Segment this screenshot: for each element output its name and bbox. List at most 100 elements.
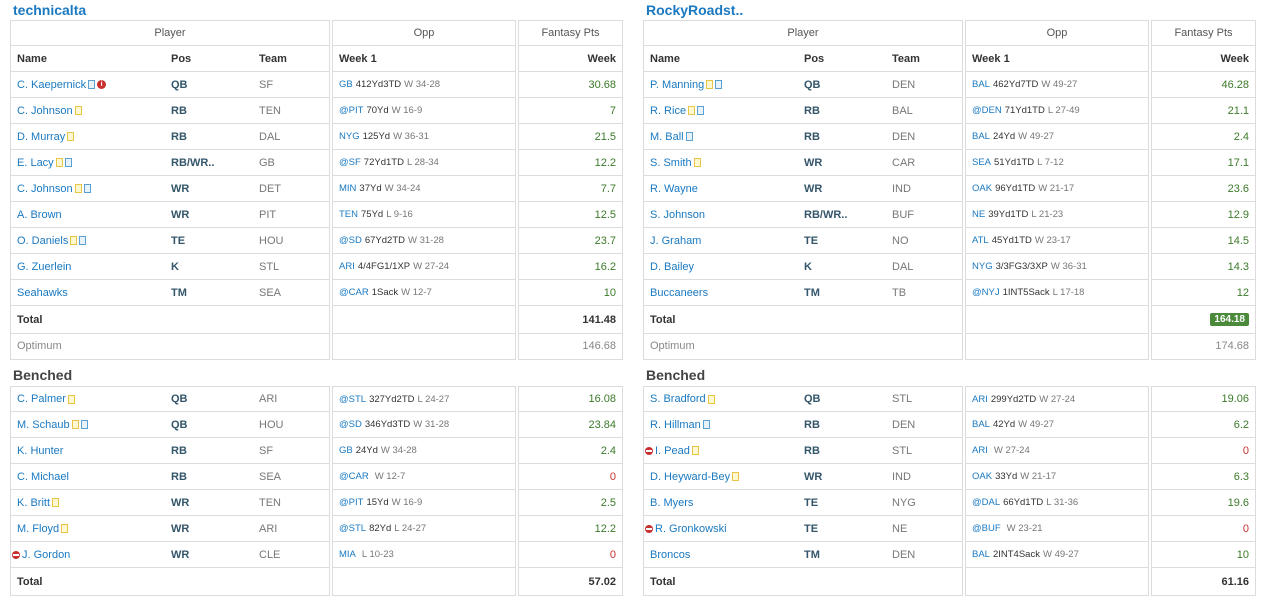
opponent-link[interactable]: ARI xyxy=(972,394,988,405)
player-name-link[interactable]: M. Ball xyxy=(650,131,684,143)
player-note-icon[interactable] xyxy=(732,472,740,481)
player-name-link[interactable]: B. Myers xyxy=(650,497,693,509)
team-column-header[interactable]: Team xyxy=(259,46,319,71)
news-note-icon[interactable] xyxy=(715,80,723,89)
player-note-icon[interactable] xyxy=(74,184,82,193)
opponent-link[interactable]: BAL xyxy=(972,131,990,142)
opponent-link[interactable]: @PIT xyxy=(339,497,363,508)
news-note-icon[interactable] xyxy=(702,420,710,429)
opponent-link[interactable]: @SF xyxy=(339,157,361,168)
player-name-link[interactable]: K. Hunter xyxy=(17,445,63,457)
game-stat: 51Yd1TD xyxy=(994,157,1035,168)
player-name-link[interactable]: C. Kaepernick xyxy=(17,79,86,91)
news-note-icon[interactable] xyxy=(64,158,72,167)
player-name-link[interactable]: D. Heyward-Bey xyxy=(650,471,730,483)
player-name-link[interactable]: O. Daniels xyxy=(17,235,68,247)
player-note-icon[interactable] xyxy=(52,498,60,507)
opponent-link[interactable]: OAK xyxy=(972,183,992,194)
week-pts-column-header[interactable]: Week xyxy=(518,46,623,72)
opponent-link[interactable]: @STL xyxy=(339,394,366,405)
opponent-link[interactable]: BAL xyxy=(972,419,990,430)
player-name-link[interactable]: E. Lacy xyxy=(17,157,54,169)
opponent-link[interactable]: BAL xyxy=(972,549,990,560)
player-name-link[interactable]: S. Bradford xyxy=(650,393,706,405)
opponent-link[interactable]: GB xyxy=(339,445,353,456)
player-note-icon[interactable] xyxy=(55,158,63,167)
name-column-header[interactable]: Name xyxy=(11,46,171,71)
opponent-link[interactable]: @PIT xyxy=(339,105,363,116)
player-name-link[interactable]: C. Johnson xyxy=(17,105,73,117)
opponent-link[interactable]: NYG xyxy=(972,261,993,272)
opponent-link[interactable]: @SD xyxy=(339,419,362,430)
opponent-link[interactable]: @CAR xyxy=(339,287,369,298)
player-name-link[interactable]: C. Michael xyxy=(17,471,69,483)
player-name-link[interactable]: A. Brown xyxy=(17,209,62,221)
opponent-link[interactable]: @DAL xyxy=(972,497,1000,508)
pos-column-header[interactable]: Pos xyxy=(804,46,892,71)
opponent-link[interactable]: ARI xyxy=(339,261,355,272)
player-name-link[interactable]: Broncos xyxy=(650,549,690,561)
player-name-link[interactable]: R. Hillman xyxy=(650,419,701,431)
news-note-icon[interactable] xyxy=(83,184,91,193)
player-name-link[interactable]: G. Zuerlein xyxy=(17,261,71,273)
player-name-link[interactable]: I. Pead xyxy=(655,445,690,457)
player-note-icon[interactable] xyxy=(67,394,75,404)
opponent-link[interactable]: @CAR xyxy=(339,471,369,482)
opponent-link[interactable]: SEA xyxy=(972,157,991,168)
player-name-link[interactable]: K. Britt xyxy=(17,497,50,509)
opponent-link[interactable]: ATL xyxy=(972,235,989,246)
opponent-link[interactable]: @DEN xyxy=(972,105,1002,116)
news-note-icon[interactable] xyxy=(88,80,96,89)
player-name-link[interactable]: C. Johnson xyxy=(17,183,73,195)
opponent-link[interactable]: OAK xyxy=(972,471,992,482)
player-name-link[interactable]: Seahawks xyxy=(17,287,68,299)
player-name-link[interactable]: M. Schaub xyxy=(17,419,70,431)
team-name-link[interactable]: RockyRoadst.. xyxy=(643,0,1257,20)
player-note-icon[interactable] xyxy=(70,236,78,245)
player-name-link[interactable]: R. Gronkowski xyxy=(655,523,727,535)
news-note-icon[interactable] xyxy=(697,106,705,115)
opponent-link[interactable]: BAL xyxy=(972,79,990,90)
player-note-icon[interactable] xyxy=(61,524,69,533)
team-name-link[interactable]: technicalta xyxy=(10,0,624,20)
player-note-icon[interactable] xyxy=(71,420,79,429)
name-column-header[interactable]: Name xyxy=(644,46,804,71)
player-name-link[interactable]: D. Bailey xyxy=(650,261,694,273)
week-pts-column-header[interactable]: Week xyxy=(1151,46,1256,72)
opponent-link[interactable]: NYG xyxy=(339,131,360,142)
player-note-icon[interactable] xyxy=(67,132,75,141)
opponent-link[interactable]: ARI xyxy=(972,445,988,456)
player-note-icon[interactable] xyxy=(688,106,696,115)
player-name-link[interactable]: M. Floyd xyxy=(17,523,59,535)
news-note-icon[interactable] xyxy=(685,132,693,141)
opponent-link[interactable]: NE xyxy=(972,209,985,220)
player-name-link[interactable]: J. Gordon xyxy=(22,549,70,561)
opponent-link[interactable]: MIN xyxy=(339,183,356,194)
player-name-link[interactable]: R. Wayne xyxy=(650,183,698,195)
player-name-link[interactable]: P. Manning xyxy=(650,79,704,91)
opponent-link[interactable]: @STL xyxy=(339,523,366,534)
player-name-link[interactable]: S. Johnson xyxy=(650,209,705,221)
player-note-icon[interactable] xyxy=(706,80,714,89)
player-name-link[interactable]: C. Palmer xyxy=(17,393,66,405)
opponent-link[interactable]: GB xyxy=(339,79,353,90)
player-note-icon[interactable] xyxy=(74,106,82,115)
player-name-link[interactable]: Buccaneers xyxy=(650,287,708,299)
player-name-link[interactable]: S. Smith xyxy=(650,157,692,169)
opponent-link[interactable]: @NYJ xyxy=(972,287,1000,298)
opponent-link[interactable]: @BUF xyxy=(972,523,1001,534)
opponent-link[interactable]: @SD xyxy=(339,235,362,246)
player-name-link[interactable]: J. Graham xyxy=(650,235,701,247)
opponent-link[interactable]: MIA xyxy=(339,549,356,560)
player-note-icon[interactable] xyxy=(707,394,715,404)
info-icon[interactable]: i xyxy=(97,80,107,89)
player-name-link[interactable]: D. Murray xyxy=(17,131,65,143)
opponent-link[interactable]: TEN xyxy=(339,209,358,220)
player-note-icon[interactable] xyxy=(693,158,701,167)
team-column-header[interactable]: Team xyxy=(892,46,952,71)
player-name-link[interactable]: R. Rice xyxy=(650,105,686,117)
news-note-icon[interactable] xyxy=(80,420,88,429)
news-note-icon[interactable] xyxy=(79,236,87,245)
pos-column-header[interactable]: Pos xyxy=(171,46,259,71)
player-note-icon[interactable] xyxy=(691,446,699,455)
